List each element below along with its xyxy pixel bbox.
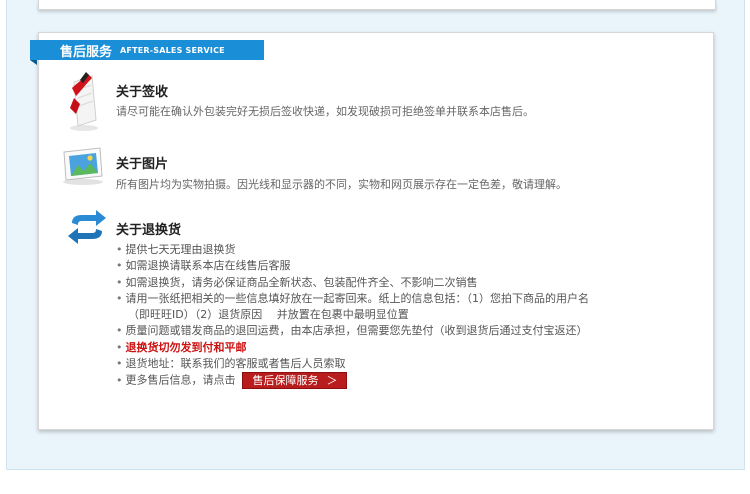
banner-subtitle: AFTER-SALES SERVICE <box>120 45 225 55</box>
picture-frame-icon <box>60 146 106 186</box>
section-desc-pictures: 所有图片均为实物拍摄。因光线和显示器的不同，实物和网页展示存在一定色差，敬请理解… <box>116 178 567 191</box>
returns-list: • 提供七天无理由退换货 • 如需退换请联系本店在线售后客服 • 如需退换货，请务必保… <box>116 242 589 390</box>
section-desc-sign: 请尽可能在确认外包装完好无损后签收快递，如发现破损可拒绝签单并联系本店售后。 <box>116 105 534 118</box>
section-banner: 售后服务 AFTER-SALES SERVICE <box>30 40 264 65</box>
section-title-returns: 关于退换货 <box>116 223 182 238</box>
banner-fold <box>30 60 37 65</box>
list-item: • 如需退换请联系本店在线售后客服 <box>116 259 291 273</box>
list-item-warning: • 退换货切勿发到付和平邮 <box>116 340 247 354</box>
section-title-sign: 关于签收 <box>116 85 169 100</box>
section-title-pictures: 关于图片 <box>116 157 169 172</box>
list-item: • 更多售后信息，请点击 售后保障服务＞ <box>116 372 589 390</box>
list-item: • 请用一张纸把相关的一些信息填好放在一起寄回来。纸上的信息包括：（1）您拍下商品… <box>116 291 589 305</box>
list-item-continuation: （即旺旺ID）（2）退货原因 并放置在包裹中最明显位置 <box>128 308 409 322</box>
previous-card-edge <box>38 0 716 10</box>
list-item: • 质量问题或错发商品的退回运费，由本店承担，但需要您先垫付（收到退货后通过支付宝… <box>116 324 588 338</box>
list-item: • 退货地址：联系我们的客服或者售后人员索取 <box>116 357 346 371</box>
chevron-right-icon: ＞ <box>326 374 338 388</box>
warning-text: 退换货切勿发到付和平邮 <box>125 340 247 354</box>
banner-title: 售后服务 <box>60 44 113 60</box>
signature-document-icon <box>62 70 106 132</box>
list-item: • 如需退换货，请务必保证商品全新状态、包装配件齐全、不影响二次销售 <box>116 275 478 289</box>
after-sales-service-button[interactable]: 售后保障服务＞ <box>241 372 347 390</box>
list-item: • 提供七天无理由退换货 <box>116 243 236 256</box>
exchange-arrows-icon <box>64 209 110 245</box>
